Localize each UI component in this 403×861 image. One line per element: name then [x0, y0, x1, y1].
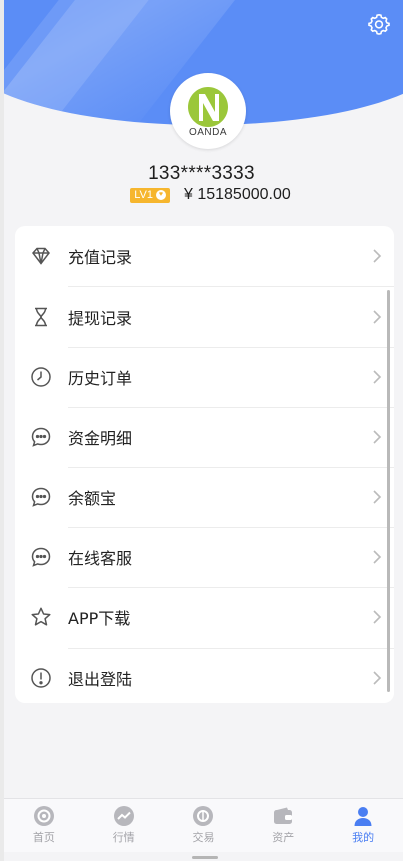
tab-trade[interactable]: 交易 [164, 799, 244, 852]
gear-icon [368, 13, 390, 35]
menu-item-balance-treasure[interactable]: 余额宝 [15, 467, 394, 527]
menu-item-label: 退出登陆 [68, 670, 133, 689]
chat-icon [30, 546, 52, 568]
menu-item-label: 在线客服 [68, 549, 133, 568]
level-label: LV1 [134, 188, 153, 201]
tab-assets[interactable]: 资产 [243, 799, 323, 852]
menu-item-label: 提现记录 [68, 309, 133, 328]
wallet-icon [272, 805, 294, 827]
menu-item-logout[interactable]: 退出登陆 [15, 648, 394, 703]
tab-home[interactable]: 首页 [4, 799, 84, 852]
home-indicator [192, 856, 218, 859]
level-badge: LV1 ♥ [130, 187, 170, 203]
oanda-logo-icon [188, 86, 228, 127]
settings-button[interactable] [367, 12, 391, 36]
chart-icon [113, 805, 135, 827]
logo-text: OANDA [188, 126, 228, 138]
chevron-right-icon [373, 249, 382, 263]
tab-label: 首页 [32, 831, 55, 844]
tab-label: 行情 [112, 831, 135, 844]
menu-item-online-service[interactable]: 在线客服 [15, 527, 394, 587]
menu-item-label: 充值记录 [68, 248, 133, 267]
menu-item-label: APP下载 [68, 609, 131, 628]
level-balance-row: LV1 ♥ ¥ 15185000.00 [0, 186, 403, 204]
menu-item-app-download[interactable]: APP下载 [15, 587, 394, 647]
tab-label: 我的 [352, 831, 375, 844]
chat-icon [30, 486, 52, 508]
menu-item-recharge-records[interactable]: 充值记录 [15, 226, 394, 286]
chevron-right-icon [373, 490, 382, 504]
trade-icon [192, 805, 214, 827]
menu-card: 充值记录 提现记录 历史订单 资金明细 余额宝 在线客服 APP下载 退出登陆 [15, 226, 394, 703]
scrollbar[interactable] [387, 290, 390, 692]
menu-item-fund-details[interactable]: 资金明细 [15, 407, 394, 467]
bottom-tabbar: 首页 行情 交易 资产 我的 [4, 798, 403, 852]
username: 133****3333 [148, 163, 255, 184]
menu-item-label: 资金明细 [68, 429, 133, 448]
menu-item-withdraw-records[interactable]: 提现记录 [15, 287, 394, 347]
tab-mine[interactable]: 我的 [323, 799, 403, 852]
tab-label: 资产 [272, 831, 295, 844]
menu-item-label: 历史订单 [68, 369, 133, 388]
chevron-right-icon [373, 550, 382, 564]
chevron-right-icon [373, 370, 382, 384]
balance-amount: ¥ 15185000.00 [183, 186, 291, 203]
diamond-icon [30, 245, 52, 267]
user-icon [352, 805, 374, 827]
hourglass-icon [30, 306, 52, 328]
badge-heart-icon: ♥ [155, 190, 166, 200]
menu-item-order-history[interactable]: 历史订单 [15, 347, 394, 407]
chevron-right-icon [373, 671, 382, 685]
clock-icon [30, 366, 52, 388]
tab-label: 交易 [192, 831, 215, 844]
chevron-right-icon [373, 310, 382, 324]
home-icon [33, 805, 55, 827]
tab-market[interactable]: 行情 [84, 799, 164, 852]
chevron-right-icon [373, 430, 382, 444]
chat-icon [30, 426, 52, 448]
avatar[interactable]: OANDA [170, 73, 246, 149]
chevron-right-icon [373, 610, 382, 624]
exclamation-icon [30, 667, 52, 689]
menu-item-label: 余额宝 [68, 489, 117, 508]
star-icon [30, 606, 52, 628]
